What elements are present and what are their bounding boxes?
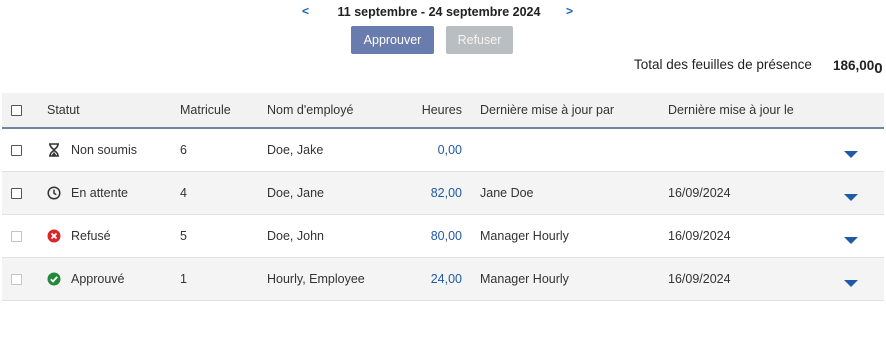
row-checkbox-cell xyxy=(11,215,22,257)
updated-by-cell: Jane Doe xyxy=(480,186,534,200)
hours-link[interactable]: 82,00 xyxy=(382,172,462,214)
next-period-button[interactable]: > xyxy=(566,4,573,18)
updated-on-cell: 16/09/2024 xyxy=(668,229,731,243)
hours-link[interactable]: 0,00 xyxy=(382,129,462,171)
total-timesheets-label: Total des feuilles de présence xyxy=(634,57,812,72)
select-all-checkbox[interactable] xyxy=(11,104,22,116)
status-label: Approuvé xyxy=(71,272,125,286)
status-label: Non soumis xyxy=(71,143,137,157)
row-checkbox xyxy=(11,273,22,285)
updated-on-cell: 16/09/2024 xyxy=(668,272,731,286)
matricule-cell: 6 xyxy=(180,143,187,157)
timesheets-table: Statut Matricule Nom d'employé Heures De… xyxy=(2,93,884,301)
row-checkbox-cell xyxy=(11,172,22,214)
status-cell: Refusé xyxy=(47,215,111,257)
hours-link[interactable]: 80,00 xyxy=(382,215,462,257)
row-menu-cell xyxy=(844,129,858,171)
clock-icon xyxy=(47,186,61,200)
chevron-down-icon[interactable] xyxy=(844,236,858,244)
employee-name-cell: Hourly, Employee xyxy=(267,272,365,286)
chevron-down-icon[interactable] xyxy=(844,279,858,287)
table-row[interactable]: Approuvé 1 Hourly, Employee 24,00 Manage… xyxy=(2,258,884,301)
matricule-cell: 4 xyxy=(180,186,187,200)
updated-on-cell: 16/09/2024 xyxy=(668,186,731,200)
hourglass-icon xyxy=(47,143,61,157)
column-header-updated-by[interactable]: Dernière mise à jour par xyxy=(480,93,614,127)
row-checkbox[interactable] xyxy=(11,144,22,156)
column-header-updated-on[interactable]: Dernière mise à jour le xyxy=(668,93,794,127)
total-value-text: 186,00 xyxy=(833,58,875,73)
updated-by-cell: Manager Hourly xyxy=(480,272,569,286)
status-label: Refusé xyxy=(71,229,111,243)
row-checkbox xyxy=(11,230,22,242)
row-checkbox[interactable] xyxy=(11,187,22,199)
row-checkbox-cell xyxy=(11,258,22,300)
approved-check-icon xyxy=(47,272,61,286)
table-row[interactable]: Refusé 5 Doe, John 80,00 Manager Hourly … xyxy=(2,215,884,258)
rejected-x-icon xyxy=(47,229,61,243)
approve-button[interactable]: Approuver xyxy=(351,26,434,54)
matricule-cell: 1 xyxy=(180,272,187,286)
hours-link[interactable]: 24,00 xyxy=(382,258,462,300)
column-header-status[interactable]: Statut xyxy=(47,93,80,127)
column-header-employee-name[interactable]: Nom d'employé xyxy=(267,93,353,127)
row-menu-cell xyxy=(844,258,858,300)
column-header-matricule[interactable]: Matricule xyxy=(180,93,231,127)
period-title: 11 septembre - 24 septembre 2024 xyxy=(337,5,541,19)
select-all-cell xyxy=(11,93,22,127)
updated-by-cell: Manager Hourly xyxy=(480,229,569,243)
column-header-hours[interactable]: Heures xyxy=(382,93,462,127)
status-label: En attente xyxy=(71,186,128,200)
employee-name-cell: Doe, John xyxy=(267,229,324,243)
chevron-down-icon[interactable] xyxy=(844,193,858,201)
status-cell: Approuvé xyxy=(47,258,125,300)
row-menu-cell xyxy=(844,215,858,257)
table-row[interactable]: Non soumis 6 Doe, Jake 0,00 xyxy=(2,129,884,172)
status-cell: En attente xyxy=(47,172,128,214)
employee-name-cell: Doe, Jane xyxy=(267,186,324,200)
row-checkbox-cell xyxy=(11,129,22,171)
table-row[interactable]: En attente 4 Doe, Jane 82,00 Jane Doe 16… xyxy=(2,172,884,215)
matricule-cell: 5 xyxy=(180,229,187,243)
reject-button[interactable]: Refuser xyxy=(446,26,513,54)
total-value-tail: 0 xyxy=(874,60,883,77)
employee-name-cell: Doe, Jake xyxy=(267,143,324,157)
total-timesheets-value: 186,000 xyxy=(833,57,883,77)
table-header: Statut Matricule Nom d'employé Heures De… xyxy=(2,93,884,129)
chevron-down-icon[interactable] xyxy=(844,150,858,158)
previous-period-button[interactable]: < xyxy=(302,4,309,18)
status-cell: Non soumis xyxy=(47,129,137,171)
row-menu-cell xyxy=(844,172,858,214)
